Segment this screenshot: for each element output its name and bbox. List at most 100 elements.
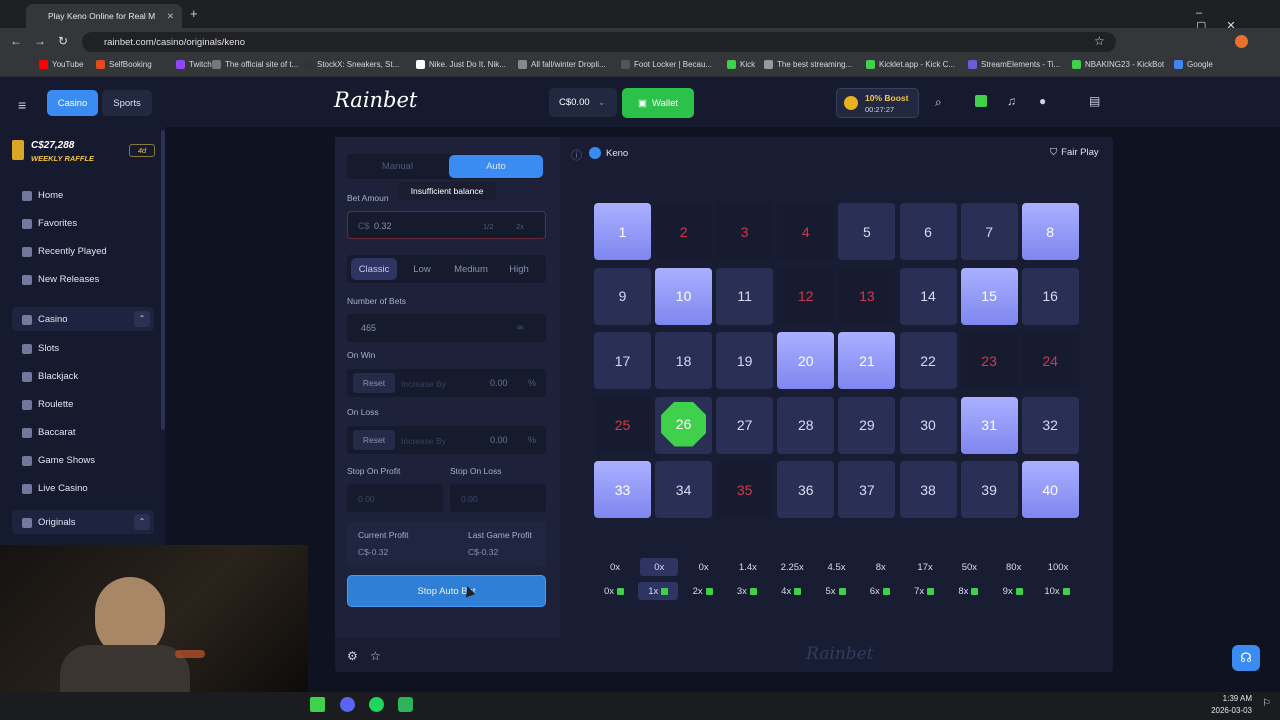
- notification-icon[interactable]: ⚐: [1262, 698, 1271, 709]
- keno-tile-6[interactable]: 6: [899, 203, 957, 260]
- sidebar-scrollbar[interactable]: [161, 130, 165, 430]
- on-loss-value[interactable]: 0.00: [490, 435, 508, 445]
- bookmark-item[interactable]: Kicklet.app - Kick C...: [866, 60, 955, 69]
- sidebar-item-slots[interactable]: Slots: [22, 343, 59, 354]
- on-win-value[interactable]: 0.00: [490, 378, 508, 388]
- keno-tile-35[interactable]: 35: [716, 461, 774, 518]
- keno-tile-26[interactable]: 26: [655, 396, 713, 454]
- keno-tile-13[interactable]: 13: [838, 267, 896, 325]
- sports-tab[interactable]: Sports: [102, 90, 152, 116]
- sidebar-item-roulette[interactable]: Roulette: [22, 399, 73, 410]
- casino-tab[interactable]: Casino: [47, 90, 98, 116]
- auto-tab[interactable]: Auto: [449, 155, 543, 178]
- risk-classic[interactable]: Classic: [351, 258, 397, 280]
- keno-tile-24[interactable]: 24: [1021, 332, 1079, 389]
- stop-on-loss-input[interactable]: 0.00: [450, 484, 546, 512]
- app-icon[interactable]: [398, 697, 413, 712]
- bookmark-item[interactable]: Nike. Just Do It. Nik...: [416, 60, 506, 69]
- half-bet-button[interactable]: 1/2: [483, 222, 493, 231]
- keno-tile-27[interactable]: 27: [716, 396, 774, 454]
- menu-icon[interactable]: ≡: [18, 97, 26, 113]
- browser-tab[interactable]: Play Keno Online for Real M ✕: [26, 4, 182, 28]
- bet-amount-input[interactable]: C$ 0.32 1/2 2x: [347, 211, 546, 239]
- on-loss-increase-by[interactable]: Increase By: [401, 436, 446, 446]
- keno-tile-5[interactable]: 5: [838, 203, 896, 260]
- bookmark-item[interactable]: YouTube: [39, 60, 83, 69]
- keno-tile-29[interactable]: 29: [838, 396, 896, 454]
- keno-tile-10[interactable]: 10: [655, 267, 713, 325]
- risk-medium[interactable]: Medium: [447, 258, 495, 280]
- rainbet-logo[interactable]: Rainbet: [334, 88, 417, 112]
- bookmark-item[interactable]: The best streaming...: [764, 60, 852, 69]
- keno-tile-32[interactable]: 32: [1021, 396, 1079, 454]
- keno-tile-21[interactable]: 21: [838, 332, 896, 389]
- manual-tab[interactable]: Manual: [349, 156, 446, 177]
- balance-display[interactable]: C$0.00 ⌄: [549, 88, 617, 117]
- bookmark-item[interactable]: Kick: [727, 60, 755, 69]
- sidebar-item-live-casino[interactable]: Live Casino: [22, 483, 88, 494]
- star-icon[interactable]: ☆: [370, 649, 381, 663]
- keno-tile-7[interactable]: 7: [960, 203, 1018, 260]
- keno-tile-3[interactable]: 3: [716, 203, 774, 260]
- keno-tile-11[interactable]: 11: [716, 267, 774, 325]
- bookmark-item[interactable]: Google: [1174, 60, 1213, 69]
- stop-on-profit-input[interactable]: 0.00: [347, 484, 443, 512]
- close-icon[interactable]: ✕: [167, 11, 174, 22]
- bookmark-item[interactable]: Foot Locker | Becau...: [621, 60, 712, 69]
- discord-icon[interactable]: [340, 697, 355, 712]
- keno-tile-40[interactable]: 40: [1021, 461, 1079, 518]
- keno-tile-20[interactable]: 20: [777, 332, 835, 389]
- stop-auto-bet-button[interactable]: Stop Auto Bet: [347, 575, 546, 607]
- keno-tile-8[interactable]: 8: [1021, 203, 1079, 260]
- bookmark-item[interactable]: All fall/winter Dropli...: [518, 60, 606, 69]
- fair-play-button[interactable]: ⛉ Fair Play: [1050, 147, 1099, 158]
- bookmark-item[interactable]: The official site of t...: [212, 60, 298, 69]
- url-field[interactable]: rainbet.com/casino/originals/keno: [82, 32, 1116, 52]
- keno-tile-30[interactable]: 30: [899, 396, 957, 454]
- bookmark-item[interactable]: StreamElements - Ti...: [968, 60, 1060, 69]
- keno-tile-15[interactable]: 15: [960, 267, 1018, 325]
- boost-badge[interactable]: 10% Boost 00:27:27: [836, 88, 919, 118]
- keno-tile-39[interactable]: 39: [960, 461, 1018, 518]
- on-win-increase-by[interactable]: Increase By: [401, 379, 446, 389]
- sidebar-item-home[interactable]: Home: [22, 190, 63, 201]
- keno-tile-17[interactable]: 17: [594, 332, 651, 389]
- keno-tile-1[interactable]: 1: [594, 203, 651, 260]
- info-icon[interactable]: ⓘ: [571, 147, 582, 163]
- risk-high[interactable]: High: [497, 258, 541, 280]
- number-of-bets-input[interactable]: 465 ∞: [347, 314, 546, 342]
- keno-tile-2[interactable]: 2: [655, 203, 713, 260]
- search-icon[interactable]: ⌕: [935, 95, 942, 110]
- nav-arrows-icon[interactable]: ←→↻: [10, 34, 80, 48]
- keno-tile-38[interactable]: 38: [899, 461, 957, 518]
- keno-tile-4[interactable]: 4: [777, 203, 835, 260]
- keno-tile-9[interactable]: 9: [594, 267, 651, 325]
- support-headset-icon[interactable]: ☊: [1232, 645, 1260, 671]
- keno-tile-18[interactable]: 18: [655, 332, 713, 389]
- bookmark-item[interactable]: StockX: Sneakers, St...: [304, 60, 399, 69]
- keno-tile-12[interactable]: 12: [777, 267, 835, 325]
- keno-tile-19[interactable]: 19: [716, 332, 774, 389]
- on-loss-reset-button[interactable]: Reset: [353, 430, 395, 450]
- sidebar-item-new-releases[interactable]: New Releases: [22, 274, 99, 285]
- keno-tile-16[interactable]: 16: [1021, 267, 1079, 325]
- chat-icon[interactable]: ▤: [1089, 94, 1100, 108]
- star-icon[interactable]: ☆: [1094, 34, 1105, 48]
- keno-tile-34[interactable]: 34: [655, 461, 713, 518]
- wallet-button[interactable]: ▣ Wallet: [622, 88, 694, 118]
- keno-tile-28[interactable]: 28: [777, 396, 835, 454]
- kick-app-icon[interactable]: [310, 697, 325, 712]
- keno-tile-25[interactable]: 25: [594, 396, 651, 454]
- chevron-up-icon[interactable]: ⌃: [134, 514, 150, 530]
- user-icon[interactable]: ●: [1039, 94, 1046, 108]
- sidebar-item-originals[interactable]: Originals: [22, 517, 76, 528]
- risk-low[interactable]: Low: [399, 258, 445, 280]
- chevron-up-icon[interactable]: ⌃: [134, 311, 150, 327]
- keno-tile-14[interactable]: 14: [899, 267, 957, 325]
- keno-tile-22[interactable]: 22: [899, 332, 957, 389]
- sidebar-item-blackjack[interactable]: Blackjack: [22, 371, 78, 382]
- settings-icon[interactable]: ⚙: [347, 649, 358, 663]
- bookmark-item[interactable]: Twitch: [176, 60, 212, 69]
- sidebar-item-recently-played[interactable]: Recently Played: [22, 246, 107, 257]
- keno-tile-37[interactable]: 37: [838, 461, 896, 518]
